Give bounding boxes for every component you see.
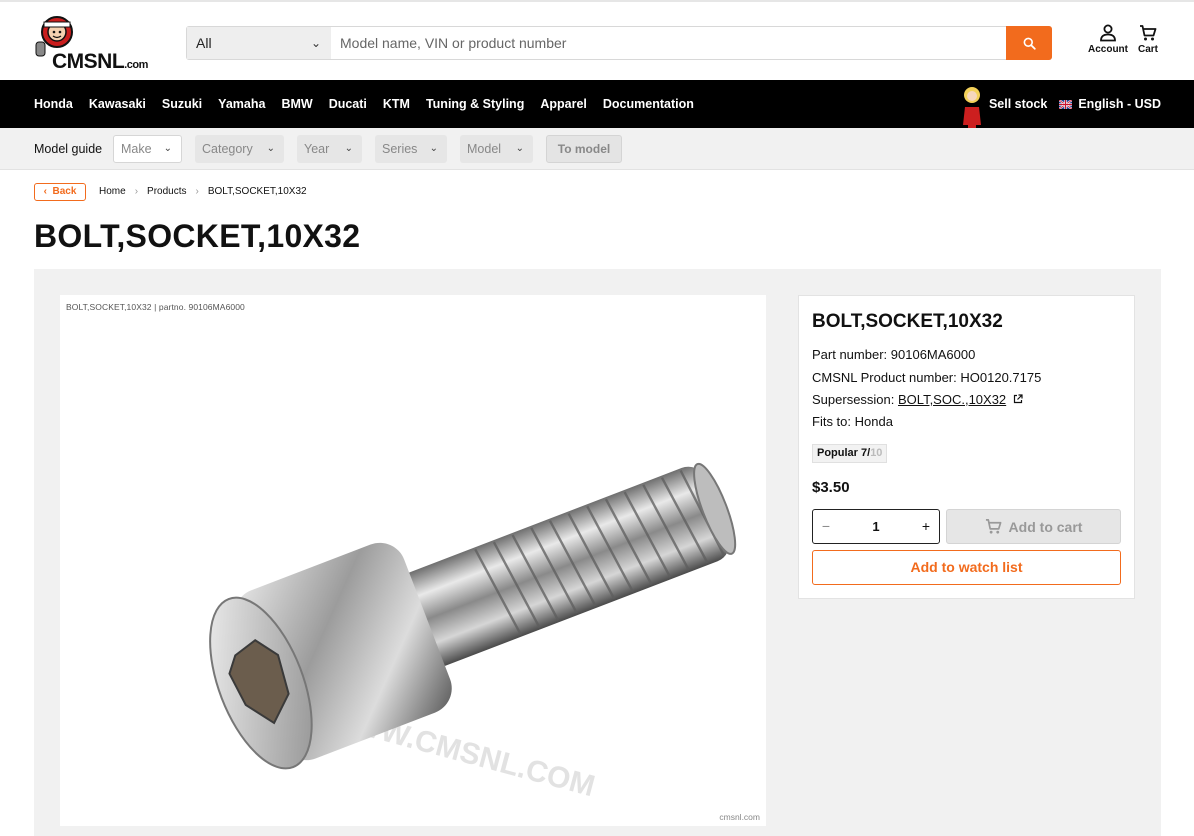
year-select[interactable]: Year ⌄ (297, 135, 362, 163)
language-selector[interactable]: English - USD (1059, 97, 1161, 111)
back-button[interactable]: ‹ Back (34, 183, 86, 201)
search-input[interactable] (331, 27, 1007, 59)
nav-item-ktm[interactable]: KTM (383, 97, 410, 111)
add-to-watch-list-button[interactable]: Add to watch list (812, 550, 1121, 585)
nav-item-apparel[interactable]: Apparel (540, 97, 587, 111)
quantity-increase-button[interactable]: + (913, 510, 939, 543)
chevron-down-icon: ⌄ (266, 143, 275, 154)
nav-item-documentation[interactable]: Documentation (603, 97, 694, 111)
product-title: BOLT,SOCKET,10X32 (812, 311, 1003, 332)
make-select[interactable]: Make ⌄ (113, 135, 182, 163)
cart-icon (1140, 25, 1157, 41)
page-title: BOLT,SOCKET,10X32 (34, 218, 361, 254)
cart-button[interactable]: Cart (1126, 24, 1170, 55)
chevron-down-icon: ⌄ (310, 36, 321, 50)
breadcrumb: Home › Products › BOLT,SOCKET,10X32 (99, 186, 307, 197)
search-category-select[interactable]: All ⌄ (187, 27, 331, 59)
quantity-input[interactable]: 1 (839, 510, 913, 543)
image-credit: cmsnl.com (719, 812, 760, 822)
product-info-card: BOLT,SOCKET,10X32 Part number: 90106MA60… (798, 295, 1135, 599)
breadcrumb-current: BOLT,SOCKET,10X32 (207, 186, 307, 197)
logo-text: CMSNL.com (52, 50, 148, 73)
supersession: Supersession: BOLT,SOC.,10X32 (812, 392, 1023, 407)
quantity-stepper: − 1 + (812, 509, 940, 544)
uk-flag-icon (1059, 99, 1073, 109)
chevron-down-icon: ⌄ (344, 143, 353, 154)
breadcrumb-products[interactable]: Products (147, 186, 186, 197)
sell-stock-mascot-icon (962, 87, 981, 130)
language-label: English - USD (1078, 97, 1161, 111)
chevron-down-icon: ⌄ (429, 143, 438, 154)
nav-item-tuning-styling[interactable]: Tuning & Styling (426, 97, 524, 111)
cart-label: Cart (1137, 44, 1158, 55)
account-label: Account (1088, 44, 1128, 55)
quantity-decrease-button[interactable]: − (813, 510, 839, 543)
nav-item-kawasaki[interactable]: Kawasaki (89, 97, 146, 111)
cmsnl-logo[interactable]: CMSNL.com (34, 14, 156, 73)
model-guide-label: Model guide (34, 142, 103, 156)
site-header: CMSNL.com All ⌄ Account Cart (0, 0, 1194, 80)
popularity-badge: Popular 7/10 (812, 444, 888, 463)
search-bar: All ⌄ (186, 26, 1052, 60)
category-select[interactable]: Category ⌄ (195, 135, 284, 163)
nav-right: Sell stock English - USD (958, 80, 1161, 130)
main-nav: Honda Kawasaki Suzuki Yamaha BMW Ducati … (0, 80, 1194, 130)
model-guide-bar: Model guide Make ⌄ Category ⌄ Year ⌄ Series… (0, 128, 1194, 170)
nav-item-bmw[interactable]: BMW (281, 97, 312, 111)
add-to-cart-button[interactable]: Add to cart (946, 509, 1121, 544)
add-to-cart-label: Add to cart (1008, 518, 1083, 535)
price: $3.50 (812, 479, 850, 496)
account-button[interactable]: Account (1086, 24, 1130, 55)
breadcrumb-separator: › (134, 186, 139, 197)
breadcrumb-separator: › (195, 186, 199, 197)
cart-icon (985, 519, 1001, 534)
sell-stock-label: Sell stock (988, 97, 1048, 111)
product-image[interactable]: BOLT,SOCKET,10X32 | partno. 90106MA6000 … (60, 295, 766, 826)
external-link-icon[interactable] (1013, 394, 1023, 404)
supersession-link[interactable]: BOLT,SOC.,10X32 (898, 392, 1006, 407)
fits-to: Fits to: Honda (812, 414, 893, 429)
nav-items: Honda Kawasaki Suzuki Yamaha BMW Ducati … (34, 80, 710, 128)
bolt-image (209, 462, 737, 770)
nav-item-yamaha[interactable]: Yamaha (218, 97, 265, 111)
sell-stock-link[interactable]: Sell stock (958, 81, 1048, 130)
series-select[interactable]: Series ⌄ (375, 135, 447, 163)
chevron-down-icon: ⌄ (163, 143, 172, 154)
nav-item-suzuki[interactable]: Suzuki (162, 97, 202, 111)
search-icon (1023, 37, 1036, 50)
cmsnl-product-number: CMSNL Product number: HO0120.7175 (812, 370, 1042, 385)
breadcrumb-home[interactable]: Home (99, 186, 126, 197)
model-select[interactable]: Model ⌄ (460, 135, 533, 163)
account-icon (1100, 24, 1116, 42)
nav-item-honda[interactable]: Honda (34, 97, 73, 111)
part-number: Part number: 90106MA6000 (812, 347, 976, 362)
search-button[interactable] (1006, 26, 1052, 60)
chevron-down-icon: ⌄ (515, 143, 524, 154)
nav-item-ducati[interactable]: Ducati (329, 97, 367, 111)
to-model-button[interactable]: To model (546, 135, 622, 163)
